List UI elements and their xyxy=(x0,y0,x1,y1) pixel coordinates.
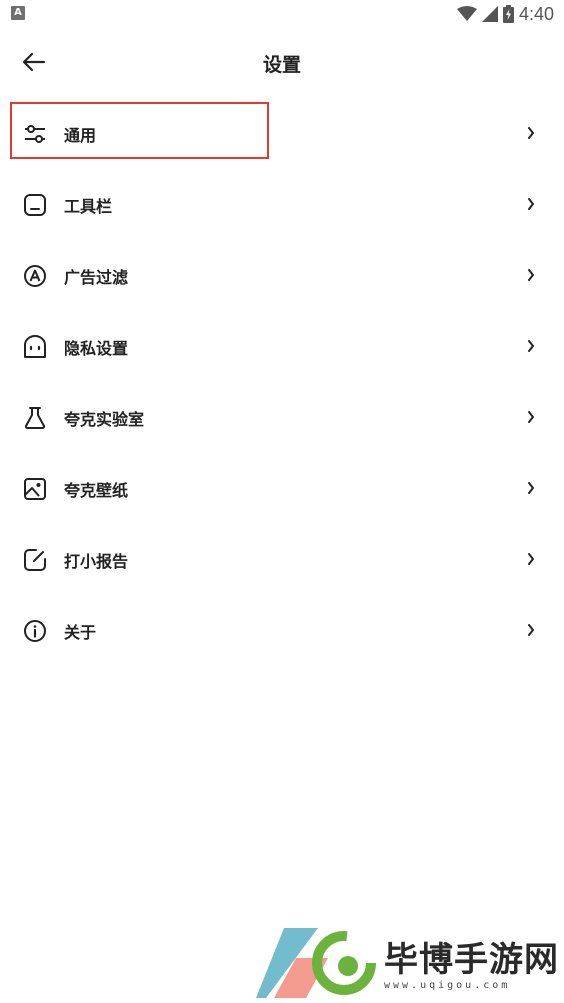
chevron-right-icon xyxy=(528,127,534,139)
privacy-icon xyxy=(24,335,46,358)
cellular-signal-icon xyxy=(481,6,498,22)
menu-item-label: 夸克壁纸 xyxy=(64,481,129,500)
menu-item-label: 通用 xyxy=(64,126,97,145)
chevron-right-icon xyxy=(528,624,534,636)
menu-item-toolbar[interactable]: 工具栏 xyxy=(0,169,564,240)
watermark-logo-icon xyxy=(256,928,376,998)
menu-item-report[interactable]: 打小报告 xyxy=(0,524,564,595)
menu-item-label: 关于 xyxy=(64,623,97,642)
watermark-brand: 毕博手游网 xyxy=(384,940,559,980)
watermark-url: www.uqigou.com xyxy=(384,980,511,991)
site-watermark: 毕博手游网 www.uqigou.com xyxy=(256,918,564,1003)
highlight-box xyxy=(10,102,269,159)
app-header: 设置 xyxy=(0,34,564,90)
status-time: 4:40 xyxy=(518,3,554,24)
chevron-right-icon xyxy=(528,340,534,352)
page-title: 设置 xyxy=(262,54,301,76)
info-icon xyxy=(24,620,46,642)
ad-filter-icon xyxy=(24,265,46,287)
chevron-right-icon xyxy=(528,269,534,281)
app-notification-icon: A xyxy=(11,6,25,20)
menu-item-label: 打小报告 xyxy=(64,552,129,571)
chevron-right-icon xyxy=(528,482,534,494)
sliders-icon xyxy=(25,125,45,143)
menu-item-general[interactable]: 通用 xyxy=(0,98,564,169)
menu-item-label: 工具栏 xyxy=(64,197,113,216)
menu-item-about[interactable]: 关于 xyxy=(0,595,564,666)
battery-charging-icon xyxy=(502,5,514,23)
menu-item-privacy[interactable]: 隐私设置 xyxy=(0,311,564,382)
flask-icon xyxy=(24,407,46,429)
menu-item-wallpaper[interactable]: 夸克壁纸 xyxy=(0,453,564,524)
edit-report-icon xyxy=(24,549,46,571)
menu-item-label: 广告过滤 xyxy=(64,268,129,287)
status-bar: A 4:40 xyxy=(0,0,564,28)
settings-menu: 通用 工具栏 广告过滤 隐私设置 夸克实验室 夸克壁纸 打小报告 关于 xyxy=(0,98,564,666)
wifi-icon xyxy=(456,6,477,21)
menu-item-lab[interactable]: 夸克实验室 xyxy=(0,382,564,453)
chevron-right-icon xyxy=(528,411,534,423)
menu-item-ad-filter[interactable]: 广告过滤 xyxy=(0,240,564,311)
image-icon xyxy=(24,478,46,500)
chevron-right-icon xyxy=(528,553,534,565)
menu-item-label: 隐私设置 xyxy=(64,339,129,358)
menu-item-label: 夸克实验室 xyxy=(64,410,145,429)
chevron-right-icon xyxy=(528,198,534,210)
status-indicators: 4:40 xyxy=(456,3,554,24)
toolbar-icon xyxy=(24,194,46,216)
